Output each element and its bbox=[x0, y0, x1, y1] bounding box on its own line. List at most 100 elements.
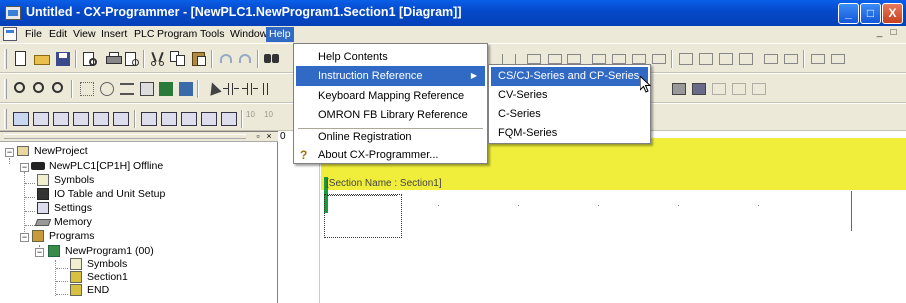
zoom-in-icon[interactable] bbox=[12, 80, 30, 98]
document-icon[interactable] bbox=[3, 27, 17, 41]
workspace-minimize-button[interactable]: ▫ bbox=[253, 132, 263, 141]
monitor-tool-2-icon[interactable] bbox=[782, 50, 800, 68]
menu-item-online-registration[interactable]: Online Registration bbox=[296, 127, 485, 147]
collapse-project-toggle[interactable]: − bbox=[5, 148, 14, 157]
contact-nc-icon[interactable] bbox=[241, 80, 259, 98]
toolbar-grip[interactable] bbox=[4, 49, 7, 69]
mouse-cursor-icon bbox=[640, 76, 652, 93]
cut-icon[interactable] bbox=[149, 50, 167, 68]
menu-item-cs-cj-series[interactable]: CS/CJ-Series and CP-Series bbox=[491, 67, 648, 86]
address-reference-icon[interactable] bbox=[72, 110, 90, 128]
menu-item-instruction-reference[interactable]: Instruction Reference ▶ bbox=[296, 66, 485, 86]
select-mode-icon[interactable] bbox=[203, 80, 222, 98]
paste-icon[interactable] bbox=[190, 50, 208, 68]
settings-icon bbox=[36, 202, 50, 214]
output-window-icon[interactable] bbox=[32, 110, 50, 128]
program-check-icon[interactable] bbox=[750, 80, 768, 98]
cursor-selection-box[interactable] bbox=[324, 194, 402, 238]
close-button[interactable]: X bbox=[882, 3, 903, 24]
edit-tool-icon[interactable] bbox=[829, 50, 847, 68]
monitor-tool-1-icon[interactable] bbox=[762, 50, 780, 68]
menu-window[interactable]: Window bbox=[227, 27, 270, 42]
plc-icon bbox=[31, 160, 45, 172]
transfer-tool-4-icon[interactable] bbox=[737, 50, 755, 68]
io-table-icon[interactable] bbox=[160, 110, 178, 128]
undo-icon[interactable] bbox=[217, 50, 235, 68]
menu-help[interactable]: Help bbox=[266, 27, 294, 42]
window-title: Untitled - CX-Programmer - [NewPLC1.NewP… bbox=[26, 5, 462, 19]
zoom-out-icon[interactable] bbox=[31, 80, 49, 98]
menu-item-help-contents[interactable]: Help Contents bbox=[296, 47, 485, 67]
mdi-minimize-button[interactable]: _ bbox=[873, 27, 886, 40]
menu-program[interactable]: Program bbox=[154, 27, 200, 42]
transfer-tool-3-icon[interactable] bbox=[717, 50, 735, 68]
compare-tool-icon[interactable] bbox=[809, 50, 827, 68]
menu-view[interactable]: View bbox=[70, 27, 99, 42]
find-icon[interactable] bbox=[263, 50, 281, 68]
instruction-reference-submenu: CS/CJ-Series and CP-Series CV-Series C-S… bbox=[488, 64, 651, 144]
copy-icon[interactable] bbox=[169, 50, 187, 68]
workspace-close-button[interactable]: × bbox=[264, 132, 274, 141]
list-view-icon[interactable] bbox=[118, 80, 136, 98]
minimize-button[interactable]: _ bbox=[838, 3, 859, 24]
rung-comment-icon[interactable] bbox=[730, 80, 748, 98]
section-icon bbox=[69, 284, 83, 296]
menu-item-fb-library-reference[interactable]: OMRON FB Library Reference bbox=[296, 105, 485, 125]
transfer-tool-1-icon[interactable] bbox=[677, 50, 695, 68]
new-file-icon[interactable] bbox=[12, 50, 30, 68]
cross-reference-icon[interactable] bbox=[112, 110, 130, 128]
menu-item-keyboard-mapping[interactable]: Keyboard Mapping Reference bbox=[296, 86, 485, 106]
function-block-icon[interactable] bbox=[670, 80, 688, 98]
menu-item-about[interactable]: ? About CX-Programmer... bbox=[296, 145, 485, 165]
mdi-restore-button[interactable]: □ bbox=[887, 27, 900, 40]
project-view-icon[interactable] bbox=[177, 80, 195, 98]
collapse-programs-toggle[interactable]: − bbox=[20, 233, 29, 242]
contact-no-icon[interactable] bbox=[222, 80, 240, 98]
project-workspace: ▫ × − NewProject − NewPLC1[CP1H] Offline… bbox=[0, 131, 278, 303]
print-setup-icon[interactable] bbox=[123, 50, 141, 68]
toolbar-grip[interactable] bbox=[4, 79, 7, 99]
zoom-level-button[interactable]: 10 bbox=[246, 110, 264, 128]
collapse-program-toggle[interactable]: − bbox=[35, 248, 44, 257]
menu-item-c-series[interactable]: C-Series bbox=[491, 105, 648, 124]
transfer-tool-2-icon[interactable] bbox=[697, 50, 715, 68]
mnemonic-view-icon[interactable] bbox=[138, 80, 156, 98]
program-icon bbox=[47, 245, 61, 257]
instruction-icon[interactable] bbox=[690, 80, 708, 98]
print-icon[interactable] bbox=[105, 50, 123, 68]
open-folder-icon[interactable] bbox=[33, 50, 51, 68]
memory-view-icon[interactable] bbox=[200, 110, 218, 128]
app-icon[interactable] bbox=[5, 6, 21, 20]
data-trace-icon[interactable] bbox=[220, 110, 238, 128]
comments-icon[interactable] bbox=[98, 80, 116, 98]
contact-or-icon[interactable] bbox=[260, 80, 278, 98]
save-icon[interactable] bbox=[54, 50, 72, 68]
symbol-table-icon[interactable] bbox=[140, 110, 158, 128]
properties-window-icon[interactable] bbox=[92, 110, 110, 128]
section-name-label: [Section Name : Section1] bbox=[326, 178, 442, 189]
submenu-arrow-icon: ▶ bbox=[470, 71, 477, 80]
zoom-level-button[interactable]: 10 bbox=[264, 110, 282, 128]
io-comment-icon[interactable] bbox=[710, 80, 728, 98]
menu-file[interactable]: File bbox=[22, 27, 45, 42]
print-preview-icon[interactable] bbox=[81, 50, 99, 68]
redo-icon[interactable] bbox=[236, 50, 254, 68]
menu-tools[interactable]: Tools bbox=[197, 27, 228, 42]
ladder-view-icon[interactable] bbox=[157, 80, 175, 98]
menu-item-fqm-series[interactable]: FQM-Series bbox=[491, 124, 648, 143]
project-workspace-icon[interactable] bbox=[12, 110, 30, 128]
menu-item-cv-series[interactable]: CV-Series bbox=[491, 86, 648, 105]
maximize-button[interactable]: □ bbox=[860, 3, 881, 24]
online-tool-4-icon[interactable] bbox=[650, 50, 668, 68]
menu-insert[interactable]: Insert bbox=[98, 27, 130, 42]
toolbar-grip[interactable] bbox=[4, 109, 7, 129]
zoom-fit-icon[interactable] bbox=[50, 80, 68, 98]
plc-settings-icon[interactable] bbox=[180, 110, 198, 128]
grid-icon[interactable] bbox=[78, 80, 96, 98]
menu-bar: File Edit View Insert PLC Program Tools … bbox=[0, 26, 906, 43]
menu-edit[interactable]: Edit bbox=[46, 27, 70, 42]
memory-icon bbox=[34, 216, 52, 228]
collapse-plc-toggle[interactable]: − bbox=[20, 163, 29, 172]
watch-window-icon[interactable] bbox=[52, 110, 70, 128]
title-bar: Untitled - CX-Programmer - [NewPLC1.NewP… bbox=[0, 0, 906, 26]
